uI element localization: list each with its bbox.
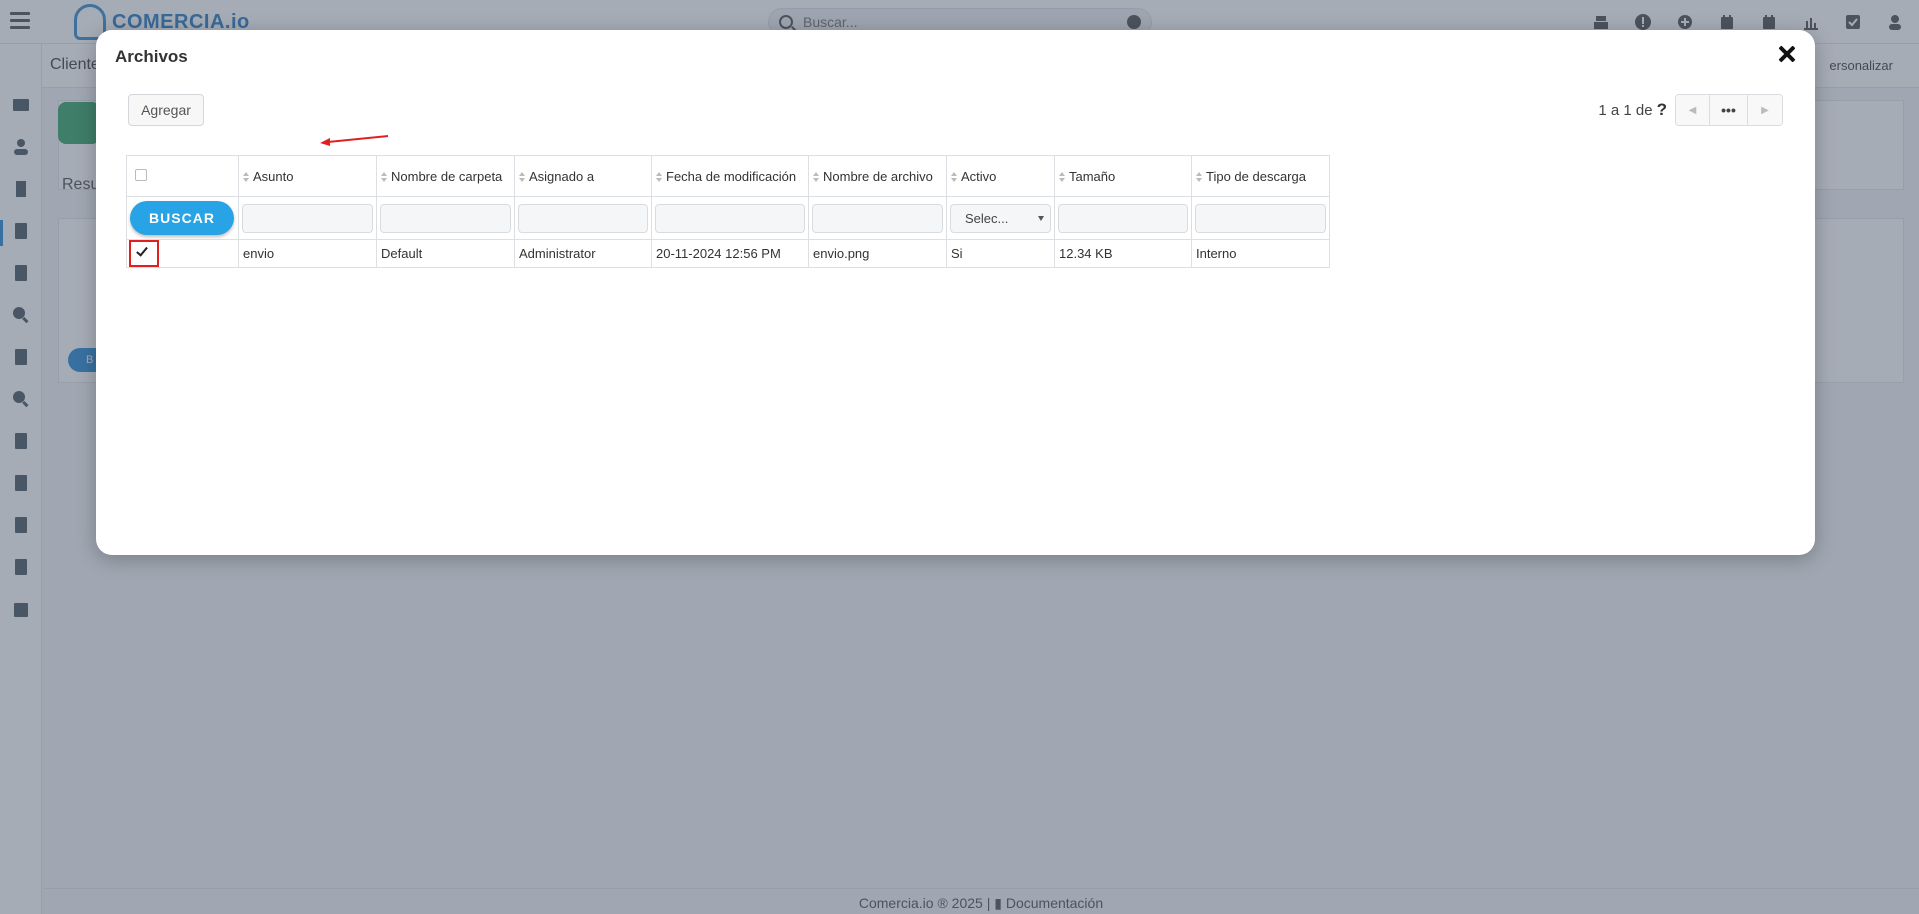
sort-icon [381,171,388,182]
modal-title: Archivos [115,47,188,66]
filter-cell [1054,196,1192,240]
sort-icon [951,171,958,182]
cell-asignado: Administrator [514,239,652,268]
files-modal: Archivos Agregar 1 a 1 de ? ◀ ••• ▶ Asun… [96,30,1815,555]
column-nombre-archivo[interactable]: Nombre de archivo [808,155,947,197]
add-button[interactable]: Agregar [128,94,204,126]
search-button-cell: BUSCAR [126,196,239,240]
filter-activo-select[interactable]: Selec... [950,203,1051,233]
cell-archivo[interactable]: envio.png [808,239,947,268]
filter-cell [238,196,377,240]
column-tipo-descarga[interactable]: Tipo de descarga [1191,155,1330,197]
column-tamano[interactable]: Tamaño [1054,155,1192,197]
row-checkbox[interactable] [129,240,159,267]
select-value: Selec... [965,210,1009,226]
column-label: Activo [961,168,997,184]
sort-icon [243,171,250,182]
caret-down-icon [1038,215,1044,221]
table-header-row: Asunto Nombre de carpeta Asignado a Fech… [126,155,1330,197]
filter-cell [514,196,652,240]
sort-icon [656,171,663,182]
annotation-arrow-icon [320,135,389,146]
column-asunto[interactable]: Asunto [238,155,377,197]
column-label: Asignado a [529,168,595,184]
cell-activo: Si [946,239,1055,268]
pagination-range: 1 a 1 de [1598,101,1653,119]
cell-fecha: 20-11-2024 12:56 PM [651,239,809,268]
filter-asunto-input[interactable] [242,203,373,233]
filter-carpeta-input[interactable] [380,203,511,233]
filter-cell [1191,196,1330,240]
previous-page-icon[interactable]: ◀ [1676,95,1710,125]
column-fecha-modificacion[interactable]: Fecha de modificación [651,155,809,197]
filter-row: BUSCAR Selec... [126,196,1330,240]
cell-carpeta: Default [376,239,515,268]
filter-cell: Selec... [946,196,1055,240]
filter-fecha-input[interactable] [655,203,805,233]
column-label: Nombre de carpeta [391,168,503,184]
table-row[interactable]: envio Default Administrator 20-11-2024 1… [126,239,1330,268]
column-asignado[interactable]: Asignado a [514,155,652,197]
filter-cell [808,196,947,240]
more-pages-button[interactable]: ••• [1710,95,1748,125]
cell-asunto: envio [238,239,377,268]
files-table: Asunto Nombre de carpeta Asignado a Fech… [126,155,1330,268]
sort-icon [519,171,526,182]
cell-tamano: 12.34 KB [1054,239,1192,268]
column-label: Tipo de descarga [1206,168,1306,184]
filter-asignado-input[interactable] [518,203,648,233]
sort-icon [1059,171,1066,182]
close-icon[interactable] [1777,44,1797,64]
sort-icon [1196,171,1203,182]
select-all-cell [126,155,239,197]
pagination: 1 a 1 de ? ◀ ••• ▶ [1598,94,1783,126]
filter-cell [376,196,515,240]
filter-tipo-input[interactable] [1195,203,1326,233]
column-label: Tamaño [1069,168,1116,184]
next-page-icon[interactable]: ▶ [1748,95,1782,125]
column-label: Nombre de archivo [823,168,933,184]
column-label: Asunto [253,168,294,184]
filter-archivo-input[interactable] [812,203,943,233]
select-all-checkbox[interactable] [135,168,147,181]
column-activo[interactable]: Activo [946,155,1055,197]
sort-icon [813,171,820,182]
filter-cell [651,196,809,240]
column-label: Fecha de modificación [666,168,797,184]
search-button[interactable]: BUSCAR [130,201,234,235]
column-nombre-carpeta[interactable]: Nombre de carpeta [376,155,515,197]
checkmark-icon [136,244,148,257]
pagination-total-unknown[interactable]: ? [1657,100,1667,120]
row-select-cell [126,239,239,268]
pagination-controls: ◀ ••• ▶ [1675,94,1783,126]
cell-tipo-descarga: Interno [1191,239,1330,268]
filter-tamano-input[interactable] [1058,203,1188,233]
